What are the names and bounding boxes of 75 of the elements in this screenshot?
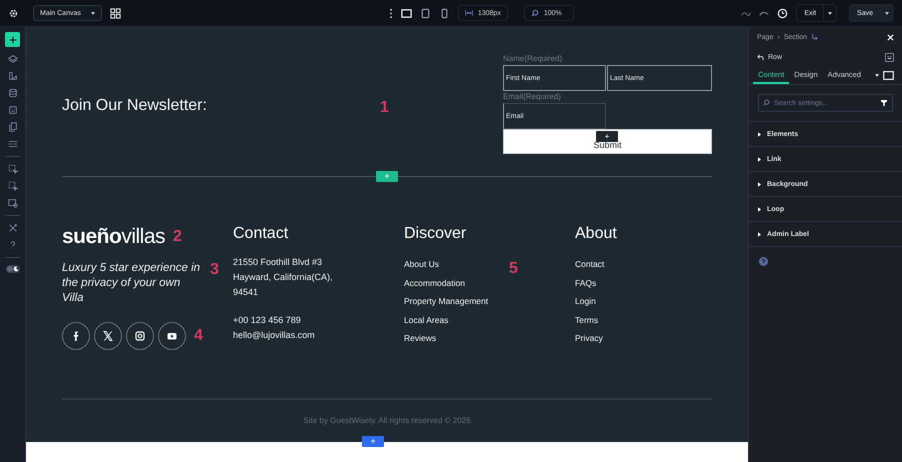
phone-icon[interactable] — [438, 8, 450, 18]
add-handle-button[interactable]: + — [596, 131, 618, 142]
footer-link[interactable]: Local Areas — [404, 310, 448, 329]
annotation-number: 2 — [173, 228, 182, 246]
footer-link[interactable]: Contact — [575, 255, 604, 274]
facebook-icon[interactable] — [62, 322, 90, 350]
add-below-button[interactable]: + — [362, 436, 384, 447]
copyright-text: Site by GuestWisely. All rights reserved © 2026 — [303, 416, 471, 425]
form-icon[interactable] — [8, 105, 18, 115]
footer-link[interactable]: Login — [575, 292, 596, 310]
caret-icon — [90, 12, 95, 14]
width-icon — [464, 9, 473, 17]
moon-icon — [12, 266, 18, 272]
footer-link[interactable]: Accommodation — [404, 274, 465, 292]
caret-right-icon — [758, 182, 761, 186]
shapes-icon[interactable] — [8, 71, 18, 81]
square-icon[interactable] — [883, 71, 894, 80]
template-icon[interactable] — [8, 198, 18, 208]
more-icon[interactable] — [388, 8, 393, 18]
layers-icon[interactable] — [8, 54, 18, 64]
column-heading: Discover — [404, 225, 468, 243]
logo: sueñovillas — [62, 225, 166, 249]
instagram-icon[interactable] — [126, 322, 154, 350]
redo-icon[interactable] — [759, 10, 770, 16]
email-text: hello@lujovillas.com — [233, 329, 316, 342]
plus-icon — [8, 36, 16, 44]
phone-text: +00 123 456 789 — [233, 314, 302, 327]
youtube-icon[interactable] — [158, 322, 186, 350]
tablet-icon[interactable] — [420, 8, 431, 18]
column-heading: Contact — [233, 225, 290, 243]
footer-link[interactable]: FAQs — [575, 274, 596, 292]
footer-link[interactable]: Property Management — [404, 292, 488, 310]
cursor-icon[interactable] — [8, 181, 18, 191]
pages-icon[interactable] — [8, 122, 18, 132]
field-label: Name(Required) — [503, 53, 564, 65]
search-icon — [530, 9, 539, 17]
caret-right-icon — [758, 206, 761, 212]
grid-icon[interactable] — [110, 8, 121, 18]
footer-link[interactable]: Privacy — [575, 329, 603, 348]
add-button[interactable] — [5, 32, 20, 47]
caret-right-icon — [758, 232, 761, 236]
close-icon[interactable] — [887, 34, 894, 40]
annotation-number: 4 — [194, 327, 203, 345]
column-heading: About — [575, 225, 618, 243]
footer-link[interactable]: Terms — [575, 310, 598, 329]
filter-icon[interactable] — [881, 100, 887, 106]
address-text: 21550 Foothill Blvd #3 Hayward, California(CA), 94541 — [233, 256, 334, 299]
settings-icon[interactable] — [8, 8, 19, 18]
search-icon — [763, 99, 770, 106]
database-icon[interactable] — [8, 88, 18, 98]
annotation-number: 1 — [380, 99, 389, 117]
history-icon[interactable] — [777, 8, 788, 18]
caret-right-icon — [758, 156, 761, 162]
rows-icon[interactable] — [8, 139, 18, 149]
desktop-icon[interactable] — [400, 8, 412, 18]
annotation-number: 3 — [210, 261, 219, 279]
newsletter-heading: Join Our Newsletter: — [62, 97, 207, 115]
footer-link[interactable]: Reviews — [404, 329, 436, 348]
tagline: Luxury 5 star experience in the privacy of your own Villa — [62, 261, 202, 306]
help-icon[interactable] — [759, 257, 768, 266]
caret-icon[interactable] — [875, 74, 879, 77]
theme-toggle[interactable] — [6, 265, 20, 273]
caret-icon — [885, 12, 889, 14]
x-icon[interactable] — [94, 322, 122, 350]
settings-toggle-icon[interactable] — [885, 52, 894, 62]
tools-icon[interactable] — [8, 223, 18, 233]
annotation-number: 5 — [509, 260, 518, 278]
back-arrow-icon[interactable] — [757, 54, 764, 60]
child-arrow-icon — [811, 34, 818, 40]
caret-icon — [828, 12, 832, 14]
field-label: Email(Required) — [503, 91, 562, 103]
caret-right-icon — [758, 132, 761, 136]
cursor-icon[interactable] — [8, 164, 18, 174]
footer-link[interactable]: About Us — [404, 255, 439, 274]
undo-icon[interactable] — [741, 10, 752, 16]
